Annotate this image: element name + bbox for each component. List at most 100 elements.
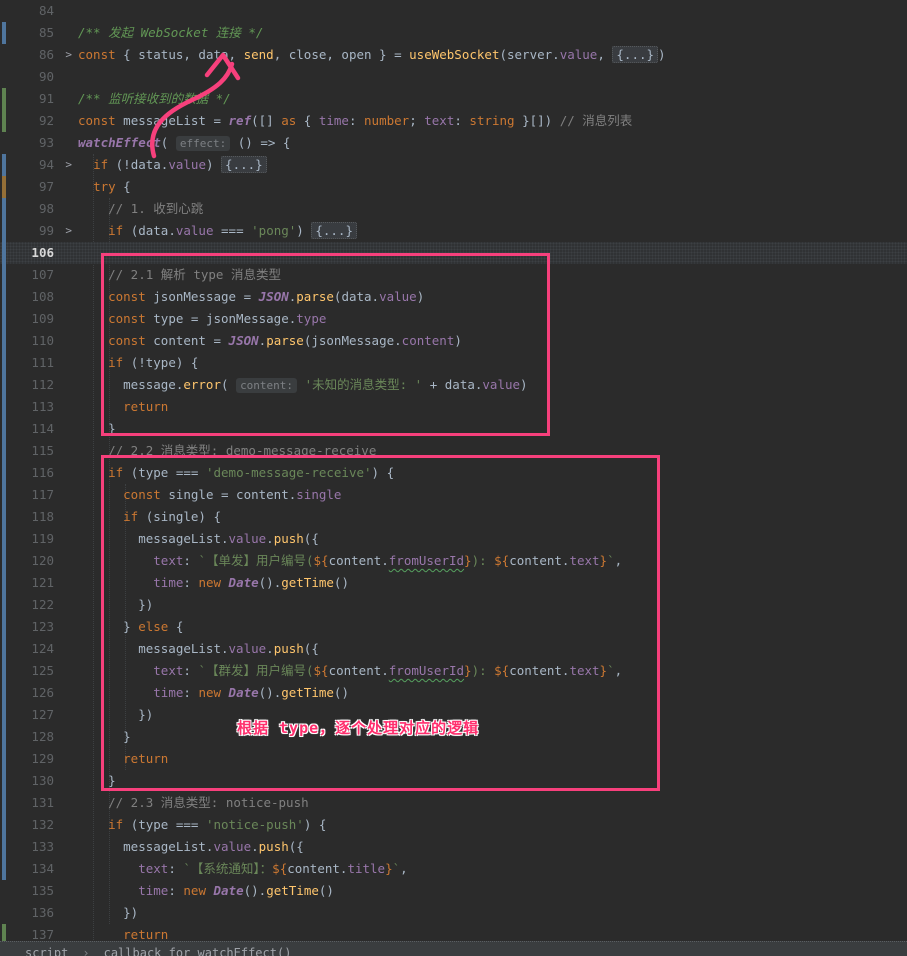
code-line-126[interactable]: 126 time: new Date().getTime() [0, 682, 907, 704]
line-number[interactable]: 126 [31, 682, 54, 704]
gutter[interactable]: 130 [0, 770, 74, 792]
line-number[interactable]: 110 [31, 330, 54, 352]
line-number[interactable]: 123 [31, 616, 54, 638]
line-number[interactable]: 106 [31, 242, 54, 264]
line-number[interactable]: 111 [31, 352, 54, 374]
gutter[interactable]: 133 [0, 836, 74, 858]
gutter[interactable]: 112 [0, 374, 74, 396]
line-number[interactable]: 124 [31, 638, 54, 660]
code-text[interactable]: if (type === 'demo-message-receive') { [78, 462, 394, 484]
gutter[interactable]: 97 [0, 176, 74, 198]
line-number[interactable]: 107 [31, 264, 54, 286]
gutter[interactable]: 123 [0, 616, 74, 638]
line-number[interactable]: 85 [39, 22, 54, 44]
gutter[interactable]: 109 [0, 308, 74, 330]
code-text[interactable]: text: `【群发】用户编号(${content.fromUserId}): … [78, 660, 622, 682]
code-line-121[interactable]: 121 time: new Date().getTime() [0, 572, 907, 594]
fold-arrow-icon[interactable]: > [65, 220, 72, 242]
gutter[interactable]: 106 [0, 242, 74, 264]
line-number[interactable]: 91 [39, 88, 54, 110]
line-number[interactable]: 128 [31, 726, 54, 748]
code-text[interactable]: if (single) { [78, 506, 221, 528]
gutter[interactable]: 121 [0, 572, 74, 594]
line-number[interactable]: 94 [39, 154, 54, 176]
line-number[interactable]: 134 [31, 858, 54, 880]
code-text[interactable]: if (!data.value) {...} [78, 154, 267, 176]
gutter[interactable]: 127 [0, 704, 74, 726]
code-line-113[interactable]: 113 return [0, 396, 907, 418]
code-text[interactable]: const content = JSON.parse(jsonMessage.c… [78, 330, 462, 352]
code-text[interactable]: const jsonMessage = JSON.parse(data.valu… [78, 286, 424, 308]
code-line-108[interactable]: 108 const jsonMessage = JSON.parse(data.… [0, 286, 907, 308]
gutter[interactable]: 110 [0, 330, 74, 352]
gutter[interactable]: 90 [0, 66, 74, 88]
code-line-134[interactable]: 134 text: `【系统通知】：${content.title}`, [0, 858, 907, 880]
line-number[interactable]: 115 [31, 440, 54, 462]
gutter[interactable]: 129 [0, 748, 74, 770]
line-number[interactable]: 121 [31, 572, 54, 594]
gutter[interactable]: 132 [0, 814, 74, 836]
code-text[interactable]: }) [78, 704, 153, 726]
code-text[interactable]: }) [78, 902, 138, 924]
line-number[interactable]: 133 [31, 836, 54, 858]
code-line-93[interactable]: 93watchEffect( effect: () => { [0, 132, 907, 154]
gutter[interactable]: 136 [0, 902, 74, 924]
line-number[interactable]: 122 [31, 594, 54, 616]
code-text[interactable]: return [78, 748, 168, 770]
line-number[interactable]: 98 [39, 198, 54, 220]
gutter[interactable]: 128 [0, 726, 74, 748]
gutter[interactable]: 131 [0, 792, 74, 814]
code-line-130[interactable]: 130 } [0, 770, 907, 792]
code-line-132[interactable]: 132 if (type === 'notice-push') { [0, 814, 907, 836]
code-line-129[interactable]: 129 return [0, 748, 907, 770]
line-number[interactable]: 97 [39, 176, 54, 198]
code-text[interactable]: // 1. 收到心跳 [78, 198, 203, 220]
code-line-85[interactable]: 85/** 发起 WebSocket 连接 */ [0, 22, 907, 44]
gutter[interactable]: 108 [0, 286, 74, 308]
code-line-109[interactable]: 109 const type = jsonMessage.type [0, 308, 907, 330]
gutter[interactable]: 119 [0, 528, 74, 550]
gutter[interactable]: 116 [0, 462, 74, 484]
breadcrumb-item-callback[interactable]: callback for watchEffect() [104, 946, 292, 956]
code-text[interactable]: // 2.3 消息类型: notice-push [78, 792, 309, 814]
line-number[interactable]: 86 [39, 44, 54, 66]
code-line-120[interactable]: 120 text: `【单发】用户编号(${content.fromUserId… [0, 550, 907, 572]
code-text[interactable]: return [78, 396, 168, 418]
code-text[interactable]: } [78, 726, 131, 748]
code-line-116[interactable]: 116 if (type === 'demo-message-receive')… [0, 462, 907, 484]
code-line-86[interactable]: 86 > const { status, data, send, close, op… [0, 44, 907, 66]
code-text[interactable]: } [78, 770, 116, 792]
code-line-106[interactable]: 106 [0, 242, 907, 264]
code-text[interactable]: } else { [78, 616, 183, 638]
line-number[interactable]: 113 [31, 396, 54, 418]
line-number[interactable]: 129 [31, 748, 54, 770]
code-text[interactable]: /** 监听接收到的数据 */ [78, 88, 231, 110]
gutter[interactable]: 122 [0, 594, 74, 616]
code-line-117[interactable]: 117 const single = content.single [0, 484, 907, 506]
code-line-135[interactable]: 135 time: new Date().getTime() [0, 880, 907, 902]
code-text[interactable]: const single = content.single [78, 484, 341, 506]
gutter[interactable]: 134 [0, 858, 74, 880]
code-line-91[interactable]: 91 /** 监听接收到的数据 */ [0, 88, 907, 110]
code-text[interactable]: if (type === 'notice-push') { [78, 814, 326, 836]
line-number[interactable]: 136 [31, 902, 54, 924]
code-line-122[interactable]: 122 }) [0, 594, 907, 616]
code-text[interactable]: if (!type) { [78, 352, 198, 374]
fold-arrow-icon[interactable]: > [65, 154, 72, 176]
code-line-111[interactable]: 111 if (!type) { [0, 352, 907, 374]
code-text[interactable]: const messageList = ref([] as { time: nu… [78, 110, 632, 132]
code-line-84[interactable]: 84 [0, 0, 907, 22]
line-number[interactable]: 112 [31, 374, 54, 396]
line-number[interactable]: 125 [31, 660, 54, 682]
line-number[interactable]: 118 [31, 506, 54, 528]
line-number[interactable]: 99 [39, 220, 54, 242]
gutter[interactable]: 126 [0, 682, 74, 704]
code-text[interactable]: const type = jsonMessage.type [78, 308, 326, 330]
gutter[interactable]: 125 [0, 660, 74, 682]
code-text[interactable]: const { status, data, send, close, open … [78, 44, 666, 66]
line-number[interactable]: 90 [39, 66, 54, 88]
fold-arrow-icon[interactable]: > [65, 44, 72, 66]
code-line-123[interactable]: 123 } else { [0, 616, 907, 638]
line-number[interactable]: 131 [31, 792, 54, 814]
code-text[interactable]: message.error( content: '未知的消息类型: ' + da… [78, 374, 528, 397]
